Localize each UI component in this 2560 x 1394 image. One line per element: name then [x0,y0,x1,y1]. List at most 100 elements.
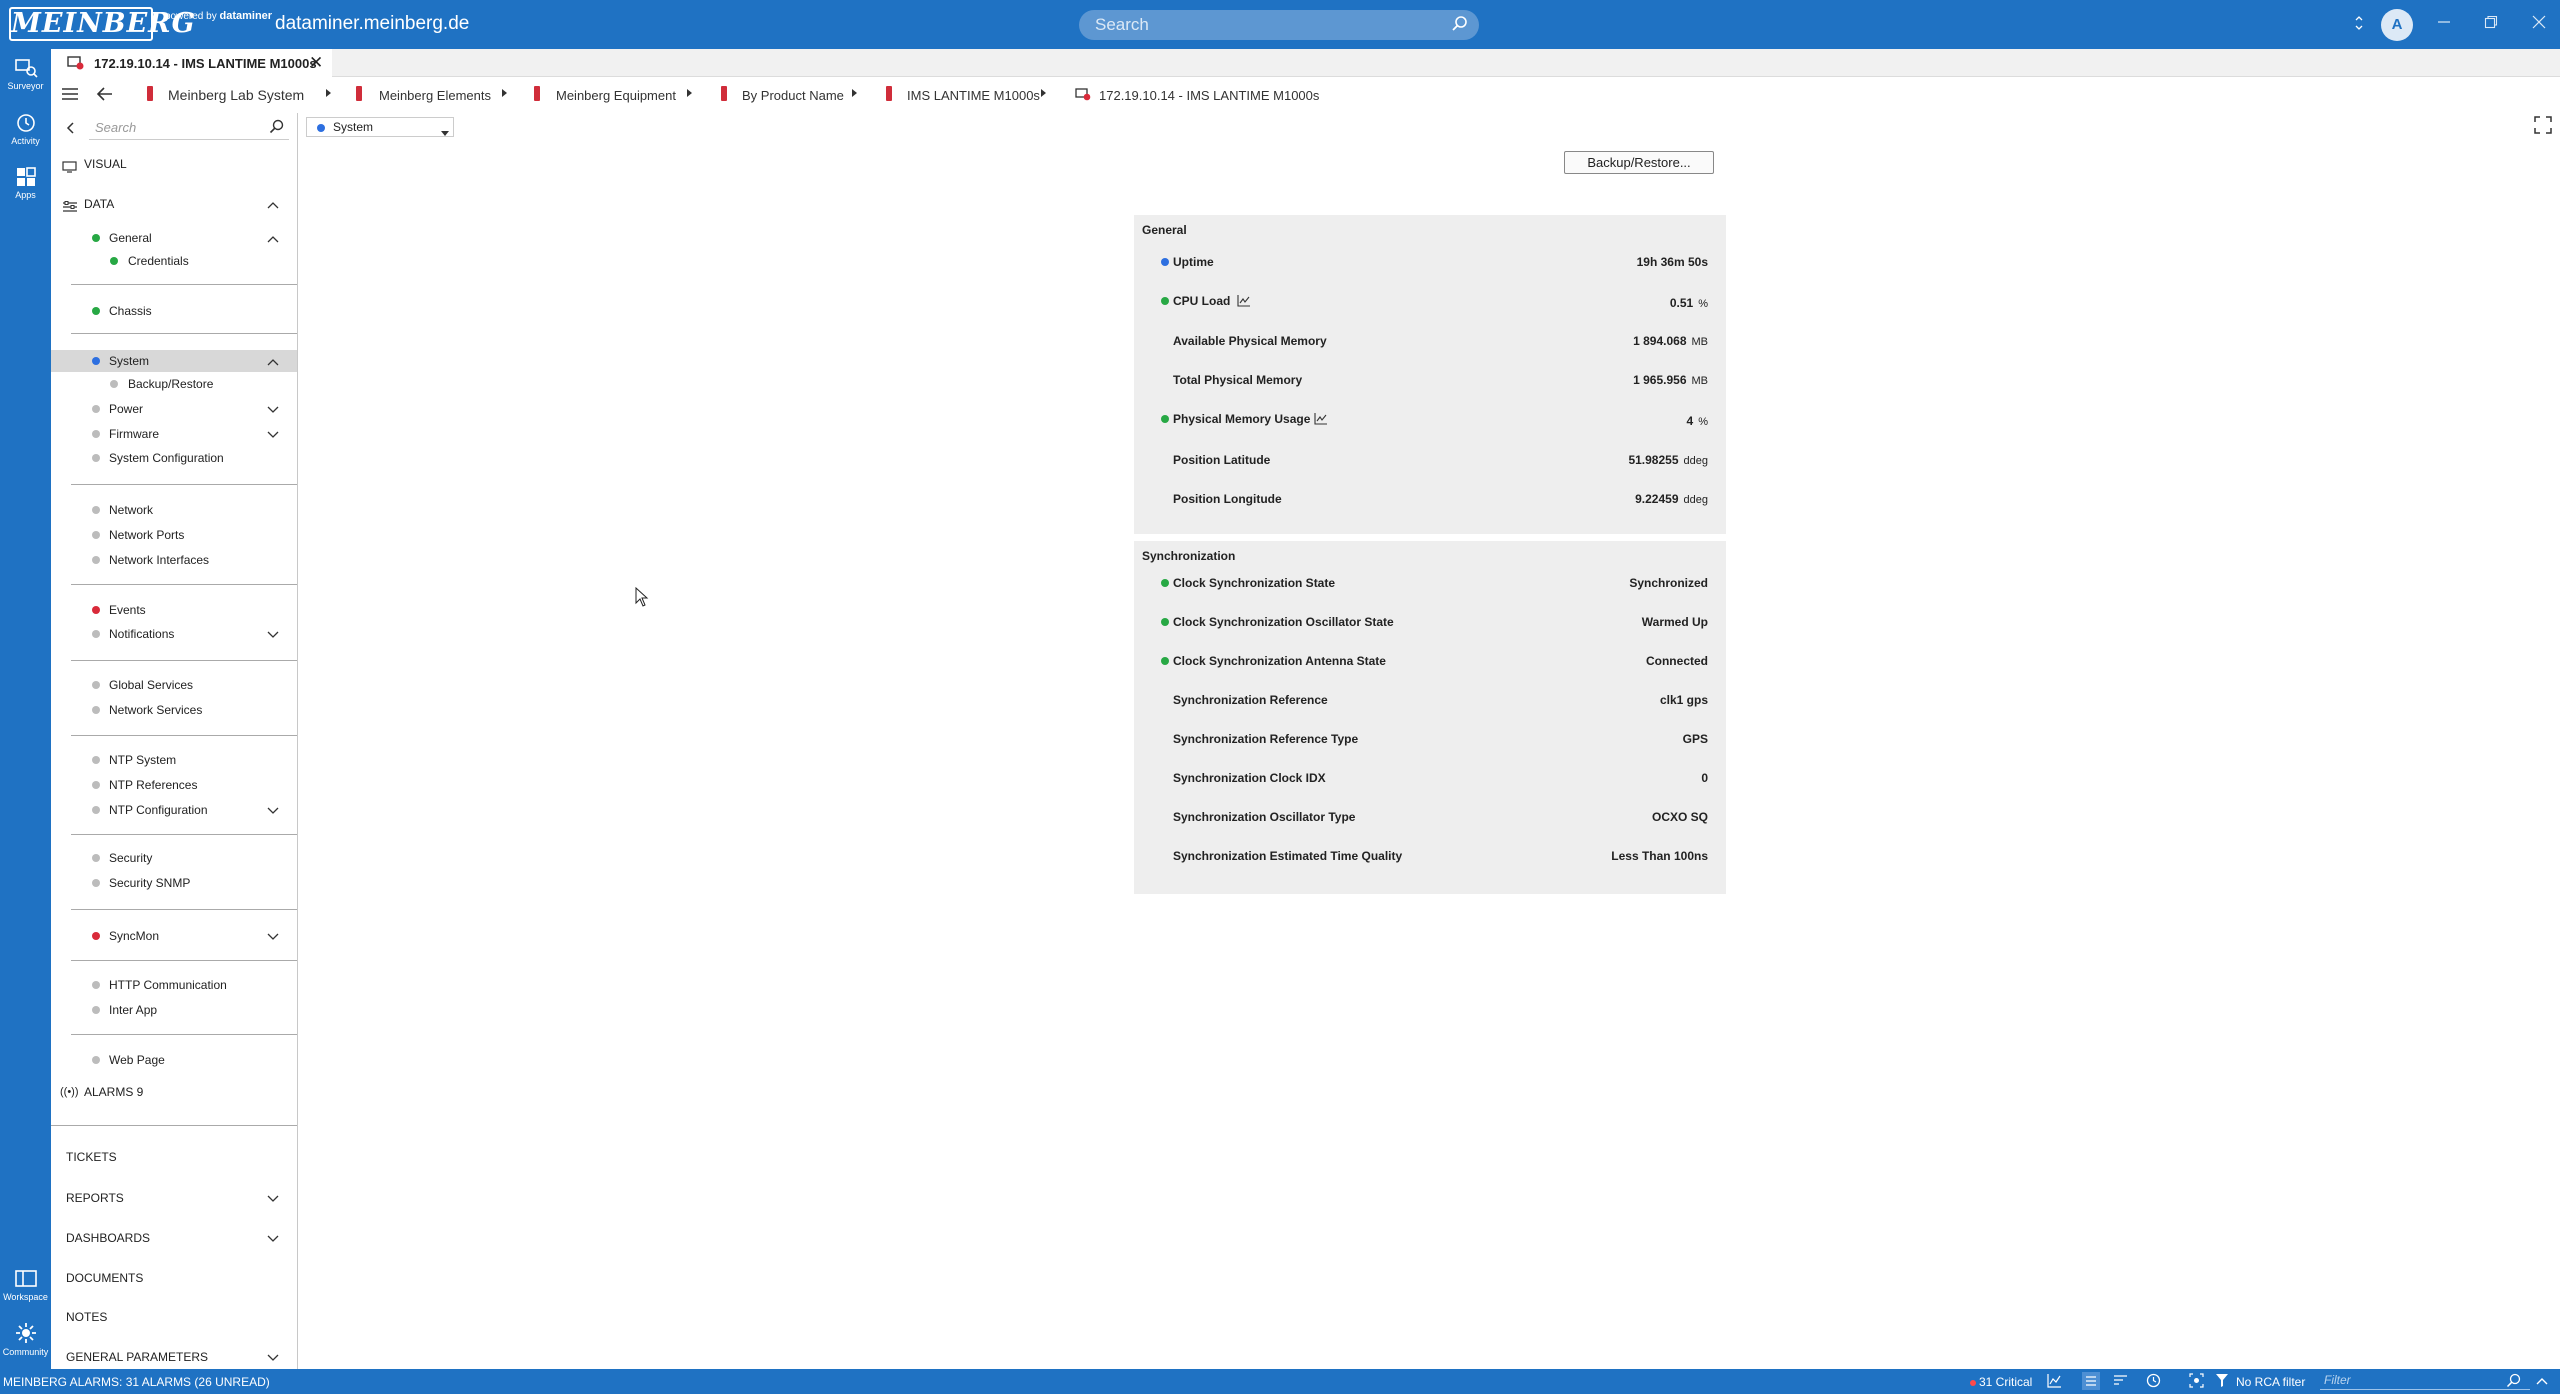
sidebar-item-alarms[interactable]: ((•)) ALARMS 9 [51,1081,297,1103]
back-arrow-icon[interactable] [96,86,114,107]
search-icon[interactable] [1451,15,1469,38]
rail-surveyor[interactable]: Surveyor [0,57,51,91]
sidebar-item-chassis[interactable]: Chassis [51,300,297,322]
sidebar-item-notifications[interactable]: Notifications [51,623,297,645]
param-label: Synchronization Clock IDX [1173,771,1326,785]
global-search-placeholder: Search [1095,15,1149,34]
sidebar-item-documents[interactable]: DOCUMENTS [51,1267,297,1289]
breadcrumb-item-1[interactable]: Meinberg Elements [379,88,491,103]
view-marker-icon [147,86,153,101]
status-dot [92,854,100,862]
breadcrumb-item-3[interactable]: By Product Name [742,88,844,103]
trend-chart-icon[interactable] [1314,412,1328,428]
trend-chart-icon[interactable] [2047,1373,2062,1391]
param-value: Connected [1645,654,1708,668]
sidebar-item-data[interactable]: DATA [51,193,297,215]
backup-restore-button[interactable]: Backup/Restore... [1564,151,1714,174]
close-window-icon[interactable] [2532,14,2546,34]
critical-label: 31 Critical [1979,1375,2033,1389]
alarm-filter-input[interactable]: Filter [2320,1373,2530,1390]
minimize-icon[interactable] [2437,14,2451,34]
sidebar-item-network-services[interactable]: Network Services [51,699,297,721]
breadcrumb-arrow-icon[interactable] [502,89,507,97]
chevron-up-icon[interactable] [2535,1375,2549,1389]
avatar[interactable]: A [2381,9,2413,41]
chevron-down-icon[interactable] [266,1191,280,1213]
chevron-down-icon[interactable] [266,1231,280,1253]
hamburger-icon[interactable] [61,87,79,106]
sidebar-item-system[interactable]: System [51,350,297,372]
alarm-summary[interactable]: MEINBERG ALARMS: 31 ALARMS (26 UNREAD) [3,1375,270,1389]
trend-chart-icon[interactable] [1237,294,1251,310]
sidebar-item-power[interactable]: Power [51,398,297,420]
breadcrumb-item-5[interactable]: 172.19.10.14 - IMS LANTIME M1000s [1099,88,1319,103]
breadcrumb-item-4[interactable]: IMS LANTIME M1000s [907,88,1040,103]
close-tab-icon[interactable]: ✕ [309,53,323,73]
sort-icon[interactable] [2113,1373,2128,1391]
search-icon[interactable] [269,119,285,138]
rail-activity[interactable]: Activity [0,112,51,146]
sidebar-item-http-communication[interactable]: HTTP Communication [51,974,297,996]
critical-count[interactable]: 31 Critical [1970,1375,2032,1389]
sidebar-item-network-interfaces[interactable]: Network Interfaces [51,549,297,571]
filter-icon[interactable] [2216,1374,2228,1390]
param-value: 1 894.068 MB [1633,334,1708,348]
sidebar-item-backup-restore[interactable]: Backup/Restore [51,373,297,395]
focus-icon[interactable] [2189,1373,2204,1391]
caret-down-icon[interactable] [441,125,449,139]
search-icon[interactable] [2506,1373,2521,1391]
collapse-sidebar-icon[interactable] [65,121,75,140]
sidebar-item-network-ports[interactable]: Network Ports [51,524,297,546]
sidebar-item-network[interactable]: Network [51,499,297,521]
breadcrumb-arrow-icon[interactable] [852,89,857,97]
clock-icon[interactable] [2146,1373,2161,1391]
meinberg-logo[interactable]: MEINBERG [9,7,195,41]
status-dot [92,307,100,315]
chevron-down-icon[interactable] [266,803,280,825]
global-search-input[interactable]: Search [1079,10,1479,40]
chevron-up-icon[interactable] [266,197,280,219]
rca-filter[interactable]: No RCA filter [2236,1375,2305,1389]
sidebar-item-dashboards[interactable]: DASHBOARDS [51,1227,297,1249]
rail-workspace[interactable]: Workspace [0,1268,51,1302]
chevron-down-icon[interactable] [266,427,280,449]
restore-icon[interactable] [2484,14,2498,34]
rail-community[interactable]: Community [0,1321,51,1357]
sidebar-item-system-configuration[interactable]: System Configuration [51,447,297,469]
rail-apps[interactable]: Apps [0,166,51,200]
sidebar-item-security-snmp[interactable]: Security SNMP [51,872,297,894]
sidebar-item-general-parameters[interactable]: GENERAL PARAMETERS [51,1346,297,1368]
sidebar-item-ntp-references[interactable]: NTP References [51,774,297,796]
sidebar-item-tickets[interactable]: TICKETS [51,1146,297,1168]
tab-element[interactable]: 172.19.10.14 - IMS LANTIME M1000s ✕ [51,49,332,77]
chevron-down-icon[interactable] [266,929,280,951]
breadcrumb-item-0[interactable]: Meinberg Lab System [168,87,304,103]
sidebar-item-ntp-configuration[interactable]: NTP Configuration [51,799,297,821]
sidebar-item-ntp-system[interactable]: NTP System [51,749,297,771]
breadcrumb-arrow-icon[interactable] [326,89,331,97]
breadcrumb-item-2[interactable]: Meinberg Equipment [556,88,676,103]
sidebar-item-credentials[interactable]: Credentials [51,250,297,272]
list-view-icon[interactable] [2082,1372,2100,1390]
sidebar-item-security[interactable]: Security [51,847,297,869]
divider [71,284,297,285]
sidebar-item-firmware[interactable]: Firmware [51,423,297,445]
breadcrumb-arrow-icon[interactable] [687,89,692,97]
more-menu-icon[interactable] [2354,15,2364,35]
sidebar-item-general[interactable]: General [51,227,297,249]
sidebar-item-reports[interactable]: REPORTS [51,1187,297,1209]
sidebar-item-visual[interactable]: VISUAL [51,153,297,175]
sidebar-item-notes[interactable]: NOTES [51,1306,297,1328]
sidebar-item-events[interactable]: Events [51,599,297,621]
breadcrumb-arrow-icon[interactable] [1041,89,1046,97]
chevron-down-icon[interactable] [266,402,280,424]
status-dot [317,124,325,132]
sidebar-item-syncmon[interactable]: SyncMon [51,925,297,947]
chevron-down-icon[interactable] [266,627,280,649]
sidebar-item-global-services[interactable]: Global Services [51,674,297,696]
page-selector-dropdown[interactable]: System [306,117,454,137]
sidebar-search-input[interactable]: Search [89,116,289,140]
sidebar-item-web-page[interactable]: Web Page [51,1049,297,1071]
fullscreen-icon[interactable] [2534,116,2552,139]
sidebar-item-inter-app[interactable]: Inter App [51,999,297,1021]
